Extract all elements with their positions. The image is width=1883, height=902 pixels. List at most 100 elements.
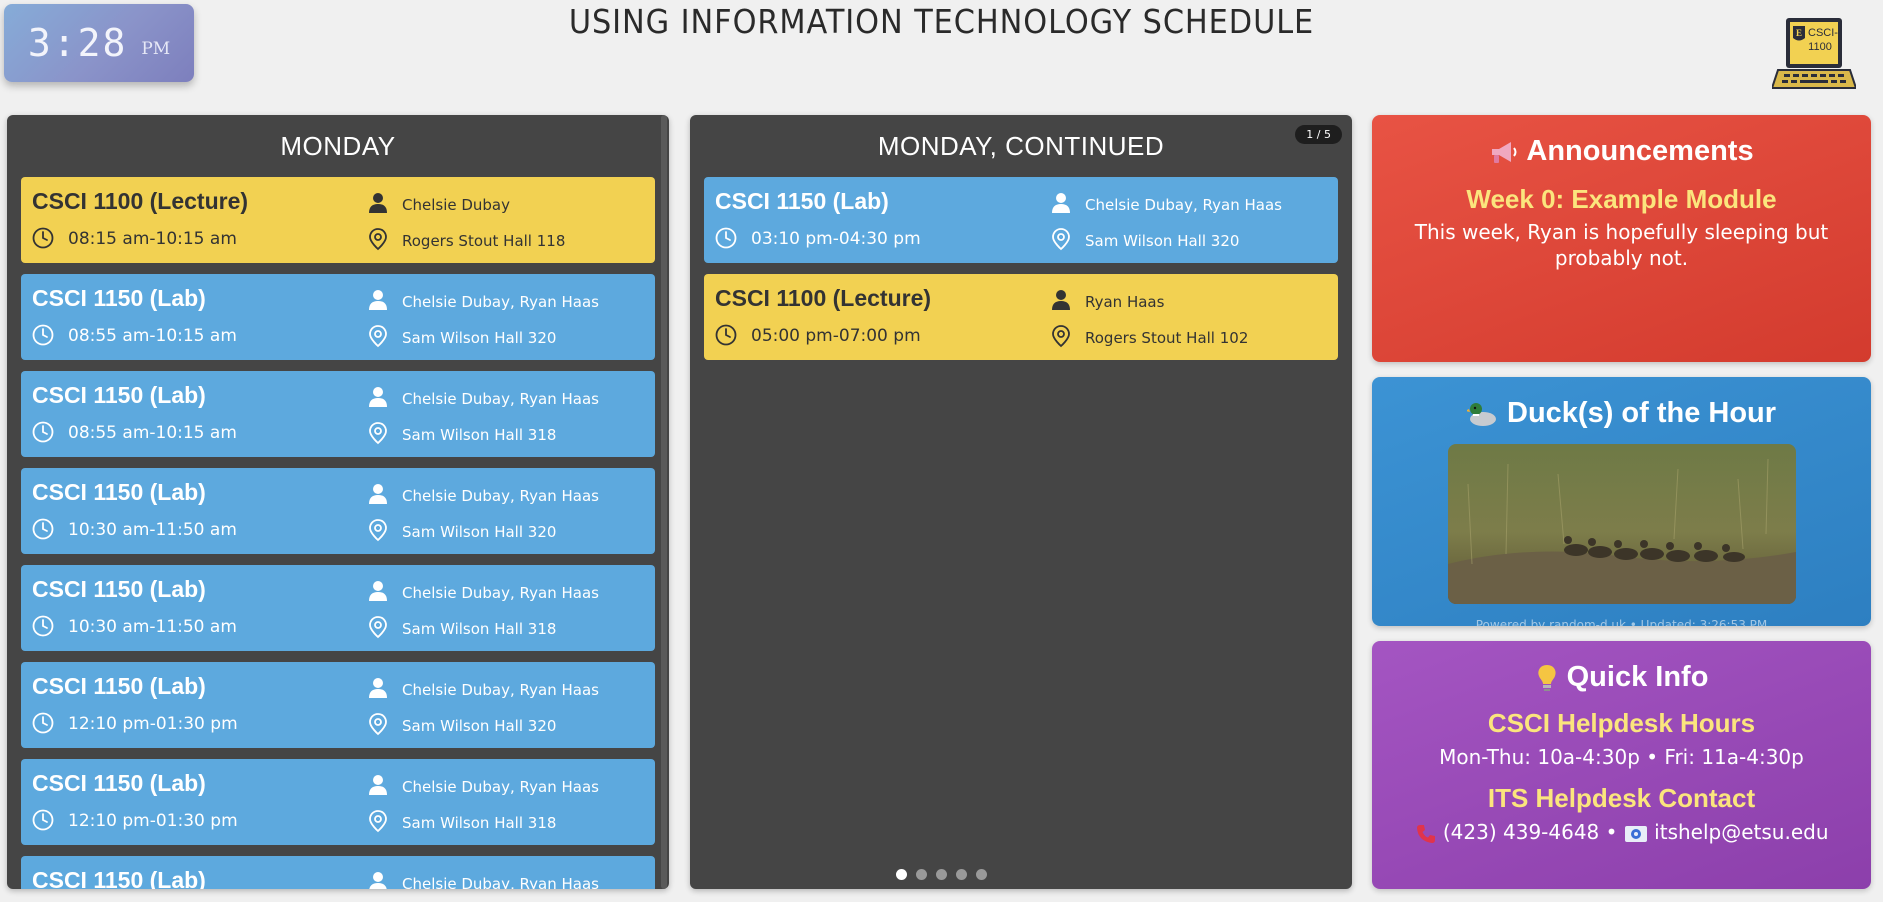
location-pin-icon <box>368 615 388 639</box>
announcements-heading: Announcements <box>1372 135 1871 168</box>
instructor-name: Chelsie Dubay, Ryan Haas <box>1085 196 1282 214</box>
class-time: 10:30 am-11:50 am <box>68 617 237 637</box>
location-pin-icon <box>1051 324 1071 348</box>
clock-icon <box>32 421 54 443</box>
clock-icon <box>32 518 54 540</box>
announcements-card: Announcements Week 0: Example Module Thi… <box>1372 115 1871 362</box>
megaphone-icon <box>1492 142 1517 164</box>
monday-scrollbar[interactable] <box>661 115 667 889</box>
user-icon <box>1051 289 1071 311</box>
schedule-entry: CSCI 1150 (Lab) Chelsie Dubay, Ryan Haas <box>21 856 655 889</box>
monday-title: MONDAY <box>280 131 396 161</box>
course-name: CSCI 1150 (Lab) <box>32 867 206 889</box>
instructor-name: Chelsie Dubay <box>402 196 511 214</box>
class-time: 10:30 am-11:50 am <box>68 520 237 540</box>
pagination-dot[interactable] <box>955 869 967 880</box>
quick-info-heading: Quick Info <box>1372 661 1871 694</box>
location-pin-icon <box>368 809 388 833</box>
user-icon <box>368 677 388 699</box>
lightbulb-icon <box>1537 665 1556 692</box>
location-pin-icon <box>368 421 388 445</box>
instructor-name: Chelsie Dubay, Ryan Haas <box>402 681 599 699</box>
duck-card: Duck(s) of the Hour Powered by random-d.… <box>1372 377 1871 626</box>
class-time: 03:10 pm-04:30 pm <box>751 229 921 249</box>
schedule-entry: CSCI 1150 (Lab) 12:10 pm-01:30 pm Chelsie … <box>21 759 655 845</box>
course-name: CSCI 1150 (Lab) <box>32 770 206 796</box>
clock-icon <box>32 809 54 831</box>
monday-entries: CSCI 1100 (Lecture) 08:15 am-10:15 am Chel… <box>7 177 669 889</box>
user-icon <box>368 774 388 796</box>
its-phone[interactable]: (423) 439-4648 <box>1443 820 1599 844</box>
room-location: Sam Wilson Hall 320 <box>402 717 557 735</box>
helpdesk-hours-title: CSCI Helpdesk Hours <box>1487 708 1756 738</box>
pagination-dot[interactable] <box>935 869 947 880</box>
class-time: 08:55 am-10:15 am <box>68 326 237 346</box>
course-name: CSCI 1150 (Lab) <box>32 673 206 699</box>
id-card-icon <box>1624 825 1647 842</box>
quick-info-title: Quick Info <box>1566 661 1709 693</box>
announcement-week-title: Week 0: Example Module <box>1466 184 1777 214</box>
monday-continued-column: MONDAY, CONTINUED 1 / 5 CSCI 1150 (Lab) 0… <box>690 115 1352 889</box>
clock-icon <box>715 227 737 249</box>
svg-text:E: E <box>1796 28 1802 38</box>
class-time: 08:55 am-10:15 am <box>68 423 237 443</box>
instructor-name: Chelsie Dubay, Ryan Haas <box>402 390 599 408</box>
schedule-entry: CSCI 1150 (Lab) 08:55 am-10:15 am Chelsie … <box>21 274 655 360</box>
announcement-body: This week, Ryan is hopefully sleeping bu… <box>1414 220 1829 270</box>
logo-text-line2: 1100 <box>1808 41 1832 53</box>
instructor-name: Chelsie Dubay, Ryan Haas <box>402 293 599 311</box>
logo-text-line1: CSCI- <box>1808 27 1838 39</box>
user-icon <box>368 871 388 889</box>
clock-icon <box>32 324 54 346</box>
clock-icon <box>32 227 54 249</box>
laptop-icon: E CSCI- 1100 <box>1772 18 1856 89</box>
duck-title: Duck(s) of the Hour <box>1507 397 1777 429</box>
duck-photo <box>1447 444 1796 604</box>
course-name: CSCI 1150 (Lab) <box>32 382 206 408</box>
quick-info-card: Quick Info CSCI Helpdesk Hours Mon-Thu: … <box>1372 641 1871 889</box>
contact-separator: • <box>1605 820 1618 844</box>
helpdesk-hours: Mon-Thu: 10a-4:30p • Fri: 11a-4:30p <box>1439 745 1804 769</box>
schedule-entry: CSCI 1150 (Lab) 10:30 am-11:50 am Chelsie … <box>21 565 655 651</box>
course-name: CSCI 1100 (Lecture) <box>32 188 249 214</box>
pagination-dot[interactable] <box>915 869 927 880</box>
class-time: 12:10 pm-01:30 pm <box>68 714 238 734</box>
room-location: Rogers Stout Hall 118 <box>402 232 566 250</box>
class-time: 08:15 am-10:15 am <box>68 229 237 249</box>
course-name: CSCI 1150 (Lab) <box>32 576 206 602</box>
schedule-entry: CSCI 1150 (Lab) 08:55 am-10:15 am Chelsie … <box>21 371 655 457</box>
course-name: CSCI 1100 (Lecture) <box>715 285 932 311</box>
instructor-name: Chelsie Dubay, Ryan Haas <box>402 487 599 505</box>
room-location: Sam Wilson Hall 320 <box>402 523 557 541</box>
schedule-entry: CSCI 1150 (Lab) 03:10 pm-04:30 pm Chelsie … <box>704 177 1338 263</box>
duck-icon <box>1466 403 1496 427</box>
room-location: Sam Wilson Hall 318 <box>402 620 557 638</box>
user-icon <box>368 386 388 408</box>
room-location: Sam Wilson Hall 318 <box>402 426 557 444</box>
location-pin-icon <box>368 227 388 251</box>
instructor-name: Ryan Haas <box>1085 293 1165 311</box>
user-icon <box>1051 192 1071 214</box>
user-icon <box>368 483 388 505</box>
room-location: Sam Wilson Hall 318 <box>402 814 557 832</box>
page-title: USING INFORMATION TECHNOLOGY SCHEDULE <box>568 2 1315 41</box>
location-pin-icon <box>368 518 388 542</box>
instructor-name: Chelsie Dubay, Ryan Haas <box>402 875 599 889</box>
course-name: CSCI 1150 (Lab) <box>715 188 889 214</box>
schedule-entry: CSCI 1100 (Lecture) 05:00 pm-07:00 pm Ryan… <box>704 274 1338 360</box>
pagination-dot[interactable] <box>975 869 987 880</box>
instructor-name: Chelsie Dubay, Ryan Haas <box>402 584 599 602</box>
its-contact-title: ITS Helpdesk Contact <box>1487 783 1756 813</box>
location-pin-icon <box>368 324 388 348</box>
monday-continued-title: MONDAY, CONTINUED <box>877 131 1165 161</box>
pagination-dot[interactable] <box>895 869 907 880</box>
user-icon <box>368 289 388 311</box>
room-location: Rogers Stout Hall 102 <box>1085 329 1249 347</box>
clock-icon <box>715 324 737 346</box>
schedule-entry: CSCI 1100 (Lecture) 08:15 am-10:15 am Chel… <box>21 177 655 263</box>
course-name: CSCI 1150 (Lab) <box>32 479 206 505</box>
clock-icon <box>32 615 54 637</box>
monday-column[interactable]: MONDAY CSCI 1100 (Lecture) 08:15 am-10:15… <box>7 115 669 889</box>
announcements-title: Announcements <box>1526 135 1754 167</box>
its-email[interactable]: itshelp@etsu.edu <box>1654 820 1828 844</box>
